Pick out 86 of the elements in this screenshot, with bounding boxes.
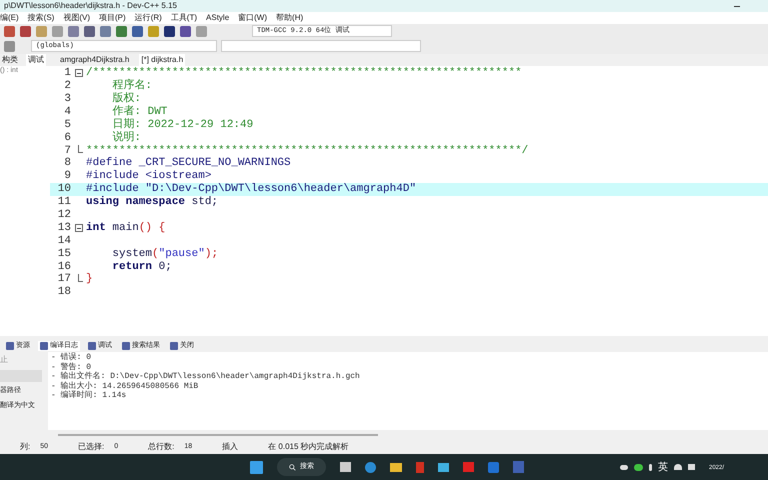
menu-item[interactable]: 视图(V) — [63, 12, 90, 24]
menu-item[interactable]: 搜索(S) — [28, 12, 54, 24]
status-label: 已选择: — [78, 441, 104, 453]
toolbar-icon[interactable] — [20, 26, 31, 36]
menu-item[interactable]: 帮助(H) — [276, 12, 304, 24]
log-line: - 输出文件名: D:\Dev-Cpp\DWT\lesson6\header\amgraph4Dijkstra.h.gch — [51, 372, 361, 382]
line-number: 9 — [63, 169, 72, 184]
monitor-icon[interactable] — [438, 462, 449, 472]
menu-item[interactable]: 工具(T) — [170, 12, 198, 24]
tab-icon — [170, 342, 178, 350]
tab-icon — [122, 342, 130, 350]
code-text: using namespace — [86, 196, 186, 208]
status-label: 列: — [20, 441, 30, 453]
menu-item[interactable]: AStyle — [206, 12, 230, 24]
folder-icon[interactable] — [390, 462, 402, 472]
code-text: return — [111, 260, 152, 273]
line-number: 18 — [56, 285, 72, 300]
code-text: 程序名: — [111, 80, 152, 92]
code-text: main — [111, 222, 139, 234]
panel-tab[interactable]: 构类 — [0, 54, 20, 66]
line-number: 2 — [63, 79, 72, 94]
menu-item[interactable]: 窗口(W) — [238, 12, 268, 24]
tab-icon — [88, 342, 96, 350]
browser-icon[interactable] — [365, 462, 376, 472]
line-number: 4 — [63, 104, 72, 120]
input-method[interactable]: 英 — [658, 460, 668, 474]
tray-icon[interactable] — [620, 464, 628, 470]
code-text: int — [86, 222, 106, 234]
line-number: 7 — [63, 144, 72, 158]
editor-tab[interactable]: [*] dijkstra.h — [139, 54, 186, 66]
toolbar-icon[interactable] — [164, 26, 175, 36]
code-text: ******************************************************************/ — [86, 144, 528, 157]
code-text: 作者: DWT — [111, 106, 168, 118]
app-icon[interactable] — [488, 462, 499, 472]
code-text: 0; — [158, 260, 172, 273]
line-number: 14 — [56, 234, 72, 248]
menu-item[interactable]: 项目(P) — [99, 12, 126, 24]
toolbar-icon[interactable] — [84, 26, 95, 36]
code-text: "pause" — [158, 248, 205, 260]
toolbar-icon[interactable] — [132, 26, 143, 36]
line-number: 13 — [56, 220, 72, 236]
code-text: ( — [152, 248, 159, 260]
status-label: 总行数: — [148, 441, 174, 453]
toolbar-icon[interactable] — [180, 26, 191, 36]
status-label: 插入 — [222, 441, 238, 453]
line-number: 16 — [56, 260, 72, 274]
fold-icon[interactable] — [75, 69, 83, 78]
code-text: #include "D:\Dev-Cpp\DWT\lesson6\header\amgraph4D" — [86, 183, 416, 196]
fold-icon[interactable] — [75, 224, 83, 232]
line-number: 1 — [63, 66, 72, 80]
window-title: p\DWT\lesson6\header\dijkstra.h - Dev-C++ 5.15 — [4, 0, 177, 12]
line-number: 5 — [63, 118, 72, 132]
code-text: 日期: 2022-12-29 12:49 — [111, 118, 254, 131]
search-icon — [289, 464, 296, 470]
line-number: 15 — [56, 246, 72, 262]
code-text: ); — [204, 248, 218, 260]
start-icon[interactable] — [250, 460, 263, 474]
line-number: 3 — [63, 92, 72, 106]
tab-icon — [40, 342, 48, 350]
code-text: system — [111, 248, 152, 260]
code-text: #define _CRT_SECURE_NO_WARNINGS — [86, 157, 291, 170]
log-line: - 警告: 0 — [51, 362, 92, 372]
status-label: 在 0.015 秒内完成解析 — [268, 441, 349, 453]
scrollbar[interactable] — [58, 434, 378, 436]
line-number: 6 — [63, 130, 72, 146]
code-text: 版权: — [111, 92, 142, 105]
log-line: - 错误: 0 — [51, 353, 92, 362]
line-number: 12 — [56, 208, 72, 222]
app-icon[interactable] — [416, 462, 424, 472]
code-text: 说明: — [111, 132, 142, 144]
code-text: std; — [190, 196, 218, 208]
code-text: () { — [138, 222, 166, 234]
code-text: /***************************************************************** — [86, 67, 522, 80]
code-text: } — [86, 273, 93, 286]
line-number: 10 — [56, 182, 72, 196]
log-line: - 编译时间: 1.14s — [51, 391, 128, 400]
menu-item[interactable]: 运行(R) — [134, 12, 162, 24]
line-number: 11 — [56, 195, 72, 210]
panel-tab[interactable]: 调试 — [26, 54, 46, 66]
tab-icon — [6, 342, 14, 350]
code-text: #include <iostream> — [86, 170, 212, 182]
line-number: 17 — [56, 272, 72, 286]
line-number: 8 — [63, 156, 72, 170]
log-line: - 输出大小: 14.2659645080566 MiB — [51, 382, 200, 390]
menu-item[interactable]: 编(E) — [0, 12, 19, 24]
editor-tab[interactable]: amgraph4Dijkstra.h — [58, 54, 132, 66]
